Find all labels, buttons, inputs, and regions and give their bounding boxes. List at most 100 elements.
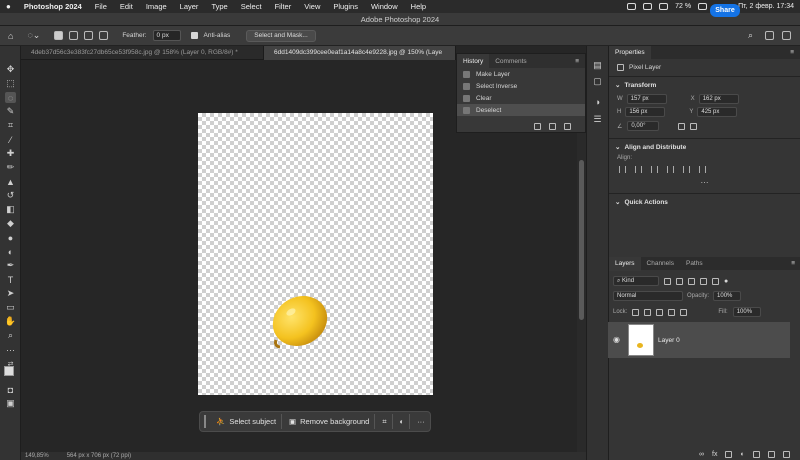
tab-layers[interactable]: Layers [609,256,641,271]
adjustment-button[interactable]: ◐ [395,414,411,429]
adjustment-layer-icon[interactable]: ◐ [740,451,744,458]
eyedropper-tool-icon[interactable]: ⁄ [5,134,16,145]
tab-document-2[interactable]: 6dd1409dc399cee0eaf1a14a8c4e9228.jpg @ 1… [264,45,456,60]
filter-type-icon[interactable] [688,277,695,285]
history-item[interactable]: Clear [457,92,585,104]
new-group-icon[interactable] [752,451,760,458]
align-middle-v-icon[interactable] [683,166,690,173]
filter-toggle-icon[interactable]: ● [724,278,728,285]
menu-plugins[interactable]: Plugins [333,2,358,11]
paint-bucket-tool-icon[interactable]: ◆ [5,218,16,229]
menu-select[interactable]: Select [241,2,262,11]
app-menu[interactable]: Photoshop 2024 [24,2,82,11]
tab-history[interactable]: History [457,54,490,68]
layer-name[interactable]: Layer 0 [658,337,680,344]
lock-image-icon[interactable] [644,308,652,316]
x-field[interactable]: 162 px [698,94,739,104]
tab-properties[interactable]: Properties [609,45,651,60]
lock-all-icon[interactable] [680,308,688,316]
search-icon[interactable]: ⌕ [748,30,753,41]
lasso-tool-icon[interactable]: ◌ [5,92,16,103]
tray-icon[interactable] [627,3,637,10]
blend-mode-select[interactable]: Normal [613,291,683,301]
align-right-icon[interactable] [651,166,658,173]
link-layers-icon[interactable]: ∞ [699,451,704,458]
adjustments-panel-icon[interactable]: ◑ [592,96,603,107]
quick-select-tool-icon[interactable]: ✎ [5,106,16,117]
more-options-button[interactable]: ··· [412,414,430,429]
share-button[interactable]: Share [710,4,740,17]
battery-icon[interactable] [698,3,708,10]
filter-adjustment-icon[interactable] [676,277,683,285]
tab-comments[interactable]: Comments [489,54,532,68]
marquee-tool-icon[interactable]: ⬚ [5,78,16,89]
hand-tool-icon[interactable]: ✋ [5,316,16,327]
apple-menu-icon[interactable]: ● [6,2,11,11]
menu-window[interactable]: Window [371,2,398,11]
visibility-eye-icon[interactable]: ◉ [613,335,620,344]
dodge-tool-icon[interactable]: ◐ [5,246,16,257]
remove-background-button[interactable]: ▣ Remove background [284,414,376,429]
workspace-icon[interactable] [765,31,774,40]
eraser-tool-icon[interactable]: ◧ [5,204,16,215]
stamp-tool-icon[interactable]: ▲ [5,176,16,187]
menu-layer[interactable]: Layer [180,2,199,11]
datetime[interactable]: Пт, 2 февр. 17:34 [738,3,794,10]
scrollbar-thumb[interactable] [579,160,584,320]
crop-tool-icon[interactable]: ⌗ [5,120,16,131]
align-section-header[interactable]: ⌄ Align and Distribute [609,139,800,155]
y-field[interactable]: 425 px [697,107,738,117]
lock-artboard-icon[interactable] [668,308,676,316]
menu-view[interactable]: View [304,2,320,11]
history-item-current[interactable]: Deselect [457,104,585,116]
align-center-h-icon[interactable] [635,166,642,173]
drag-handle-icon[interactable] [204,415,206,428]
add-selection-icon[interactable] [69,31,79,40]
history-brush-tool-icon[interactable]: ↺ [5,190,16,201]
angle-field[interactable]: 0,00° [627,121,660,131]
sliders-panel-icon[interactable]: ☰ [592,114,603,125]
screen-mode-icon[interactable]: ▣ [5,398,16,409]
menu-help[interactable]: Help [411,2,426,11]
opacity-field[interactable]: 100% [713,291,742,301]
transform-button[interactable]: ⌗ [377,414,393,429]
layout-icon[interactable] [782,31,791,40]
quick-mask-icon[interactable]: ◘ [5,384,16,395]
lasso-tool-preset-icon[interactable]: ◌⌄ [27,30,40,41]
height-field[interactable]: 156 px [625,107,666,117]
healing-tool-icon[interactable]: ✚ [5,148,16,159]
new-selection-icon[interactable] [54,31,64,40]
zoom-level[interactable]: 149,85% [25,453,49,459]
filter-pixel-icon[interactable] [664,277,671,285]
filter-smart-object-icon[interactable] [712,277,719,285]
panel-menu-icon[interactable]: ≡ [575,58,579,65]
zoom-tool-icon[interactable]: ⌕ [5,330,16,341]
layer-thumbnail[interactable] [628,324,654,356]
home-icon[interactable]: ⌂ [8,31,13,41]
more-tools-icon[interactable]: ··· [5,344,16,355]
intersect-selection-icon[interactable] [99,31,109,40]
panel-menu-icon[interactable]: ≡ [791,260,795,267]
menu-edit[interactable]: Edit [120,2,133,11]
rectangle-tool-icon[interactable]: ▭ [5,302,16,313]
filter-shape-icon[interactable] [700,277,707,285]
history-panel-icon[interactable]: ▤ [592,60,603,71]
menu-image[interactable]: Image [146,2,167,11]
new-document-from-state-icon[interactable] [534,123,541,130]
panel-menu-icon[interactable]: ≡ [790,49,794,56]
history-item[interactable]: Make Layer [457,68,585,80]
comments-panel-icon[interactable]: ▢ [592,76,603,87]
feather-input[interactable]: 0 px [152,30,181,41]
blur-tool-icon[interactable]: ● [5,232,16,243]
move-tool-icon[interactable]: ✥ [5,64,16,75]
new-layer-icon[interactable] [767,451,775,458]
select-subject-button[interactable]: ⛹ Select subject [211,414,283,429]
fill-field[interactable]: 100% [732,307,761,317]
pen-tool-icon[interactable]: ✒ [5,260,16,271]
menu-file[interactable]: File [95,2,107,11]
align-top-icon[interactable] [667,166,674,173]
fx-icon[interactable]: fx [712,451,717,458]
transform-section-header[interactable]: ⌄ Transform [609,77,800,93]
layer-filter-kind-select[interactable]: ⌕ Kind [613,276,659,286]
flip-horizontal-icon[interactable] [678,122,686,130]
